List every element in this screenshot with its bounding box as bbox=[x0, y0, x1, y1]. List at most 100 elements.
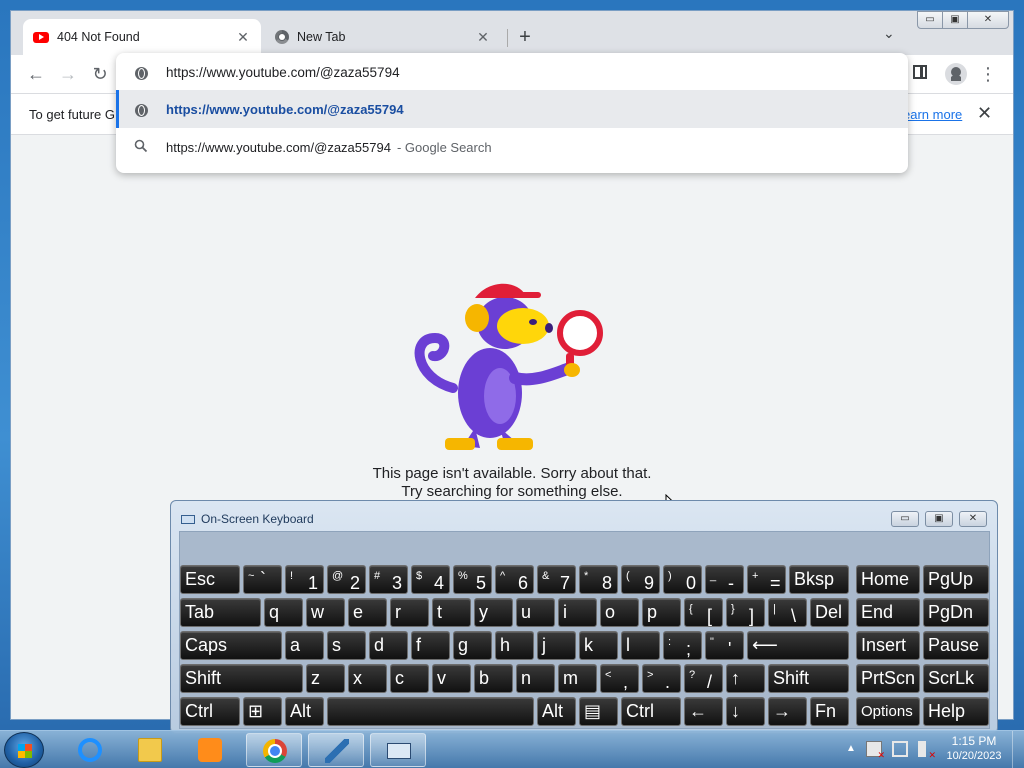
taskbar-media-player[interactable] bbox=[182, 733, 238, 767]
key-6[interactable]: ^ 6 bbox=[495, 565, 534, 594]
reload-icon[interactable]: ↻ bbox=[89, 63, 111, 85]
key-left-ctrl[interactable]: Ctrl bbox=[180, 697, 240, 726]
key-delete[interactable]: Del bbox=[810, 598, 849, 627]
key-insert[interactable]: Insert bbox=[856, 631, 920, 660]
omnibox-input-row[interactable] bbox=[116, 53, 908, 91]
key-0[interactable]: ) 0 bbox=[663, 565, 702, 594]
key-l[interactable]: l bbox=[621, 631, 660, 660]
key-page-down[interactable]: PgDn bbox=[923, 598, 989, 627]
key-comma[interactable]: <, bbox=[600, 664, 639, 693]
taskbar-file-explorer[interactable] bbox=[122, 733, 178, 767]
key-context-menu[interactable]: ▤ bbox=[579, 697, 618, 726]
osk-minimize-button[interactable]: ▭ bbox=[891, 511, 919, 527]
key-f[interactable]: f bbox=[411, 631, 450, 660]
key-windows[interactable]: ⊞ bbox=[243, 697, 282, 726]
key-7[interactable]: & 7 bbox=[537, 565, 576, 594]
key-x[interactable]: x bbox=[348, 664, 387, 693]
osk-close-button[interactable]: ✕ bbox=[959, 511, 987, 527]
key-end[interactable]: End bbox=[856, 598, 920, 627]
key-right-ctrl[interactable]: Ctrl bbox=[621, 697, 681, 726]
window-minimize-button[interactable]: ▭ bbox=[917, 11, 943, 29]
key-arrow-up[interactable]: ↑ bbox=[726, 664, 765, 693]
side-panel-icon[interactable] bbox=[913, 65, 927, 79]
taskbar-chrome[interactable] bbox=[246, 733, 302, 767]
tab-404-not-found[interactable]: 404 Not Found ✕ bbox=[23, 19, 261, 55]
window-close-button[interactable]: ✕ bbox=[967, 11, 1009, 29]
key-4[interactable]: $4 bbox=[411, 565, 450, 594]
key-q[interactable]: q bbox=[264, 598, 303, 627]
key-1[interactable]: ! 1 bbox=[285, 565, 324, 594]
key-slash[interactable]: ? / bbox=[684, 664, 723, 693]
key-esc[interactable]: Esc bbox=[180, 565, 240, 594]
key-semicolon[interactable]: :; bbox=[663, 631, 702, 660]
key-options[interactable]: Options bbox=[856, 697, 920, 726]
action-center-flag-icon[interactable] bbox=[866, 741, 885, 761]
key-period[interactable]: >. bbox=[642, 664, 681, 693]
key-8[interactable]: * 8 bbox=[579, 565, 618, 594]
key-k[interactable]: k bbox=[579, 631, 618, 660]
kebab-menu-icon[interactable]: ⋮ bbox=[977, 63, 999, 85]
key-y[interactable]: y bbox=[474, 598, 513, 627]
key-left-bracket[interactable]: {[ bbox=[684, 598, 723, 627]
key-r[interactable]: r bbox=[390, 598, 429, 627]
key-j[interactable]: j bbox=[537, 631, 576, 660]
key-arrow-right[interactable]: → bbox=[768, 697, 807, 726]
key-right-alt[interactable]: Alt bbox=[537, 697, 576, 726]
network-icon[interactable] bbox=[892, 741, 908, 757]
key-tab[interactable]: Tab bbox=[180, 598, 261, 627]
omnibox-suggestion-url[interactable]: https://www.youtube.com/@zaza55794 bbox=[116, 90, 908, 128]
key-right-shift[interactable]: Shift bbox=[768, 664, 849, 693]
key-equal[interactable]: + = bbox=[747, 565, 786, 594]
address-bar-input[interactable] bbox=[166, 64, 766, 80]
key-d[interactable]: d bbox=[369, 631, 408, 660]
key-backslash[interactable]: | \ bbox=[768, 598, 807, 627]
tab-close-icon[interactable]: ✕ bbox=[235, 29, 251, 46]
info-bar-close-icon[interactable]: ✕ bbox=[977, 103, 992, 124]
key-p[interactable]: p bbox=[642, 598, 681, 627]
tab-close-icon[interactable]: ✕ bbox=[475, 29, 491, 46]
key-u[interactable]: u bbox=[516, 598, 555, 627]
key-page-up[interactable]: PgUp bbox=[923, 565, 989, 594]
key-2[interactable]: @2 bbox=[327, 565, 366, 594]
key-5[interactable]: % 5 bbox=[453, 565, 492, 594]
show-desktop-button[interactable] bbox=[1012, 731, 1024, 768]
key-s[interactable]: s bbox=[327, 631, 366, 660]
key-tilde[interactable]: ~ ` bbox=[243, 565, 282, 594]
key-scroll-lock[interactable]: ScrLk bbox=[923, 664, 989, 693]
key-pause[interactable]: Pause bbox=[923, 631, 989, 660]
clock-date[interactable]: 10/20/2023 bbox=[944, 750, 1004, 762]
key-i[interactable]: i bbox=[558, 598, 597, 627]
key-help[interactable]: Help bbox=[923, 697, 989, 726]
taskbar-internet-explorer[interactable] bbox=[62, 733, 118, 767]
key-g[interactable]: g bbox=[453, 631, 492, 660]
key-o[interactable]: o bbox=[600, 598, 639, 627]
start-button[interactable] bbox=[4, 732, 44, 768]
taskbar-app[interactable] bbox=[308, 733, 364, 767]
clock-time[interactable]: 1:15 PM bbox=[944, 734, 1004, 748]
key-arrow-down[interactable]: ↓ bbox=[726, 697, 765, 726]
osk-maximize-button[interactable]: ▣ bbox=[925, 511, 953, 527]
back-arrow-icon[interactable]: ← bbox=[25, 63, 47, 85]
key-left-alt[interactable]: Alt bbox=[285, 697, 324, 726]
key-a[interactable]: a bbox=[285, 631, 324, 660]
key-enter[interactable]: ⟵ bbox=[747, 631, 849, 660]
forward-arrow-icon[interactable]: → bbox=[57, 63, 79, 85]
profile-avatar-icon[interactable] bbox=[945, 63, 967, 85]
new-tab-button[interactable]: + bbox=[513, 25, 537, 49]
key-right-bracket[interactable]: }] bbox=[726, 598, 765, 627]
key-left-shift[interactable]: Shift bbox=[180, 664, 303, 693]
key-m[interactable]: m bbox=[558, 664, 597, 693]
key-3[interactable]: #3 bbox=[369, 565, 408, 594]
key-b[interactable]: b bbox=[474, 664, 513, 693]
learn-more-link[interactable]: earn more bbox=[903, 107, 962, 122]
tab-search-chevron-icon[interactable]: ⌄ bbox=[883, 25, 895, 42]
key-e[interactable]: e bbox=[348, 598, 387, 627]
omnibox-suggestion-search[interactable]: https://www.youtube.com/@zaza55794 - Goo… bbox=[116, 128, 908, 166]
key-z[interactable]: z bbox=[306, 664, 345, 693]
tray-expand-icon[interactable]: ▲ bbox=[846, 743, 856, 754]
key-home[interactable]: Home bbox=[856, 565, 920, 594]
window-maximize-button[interactable]: ▣ bbox=[942, 11, 968, 29]
tab-new-tab[interactable]: New Tab ✕ bbox=[265, 19, 501, 55]
key-fn[interactable]: Fn bbox=[810, 697, 849, 726]
key-quote[interactable]: " ' bbox=[705, 631, 744, 660]
